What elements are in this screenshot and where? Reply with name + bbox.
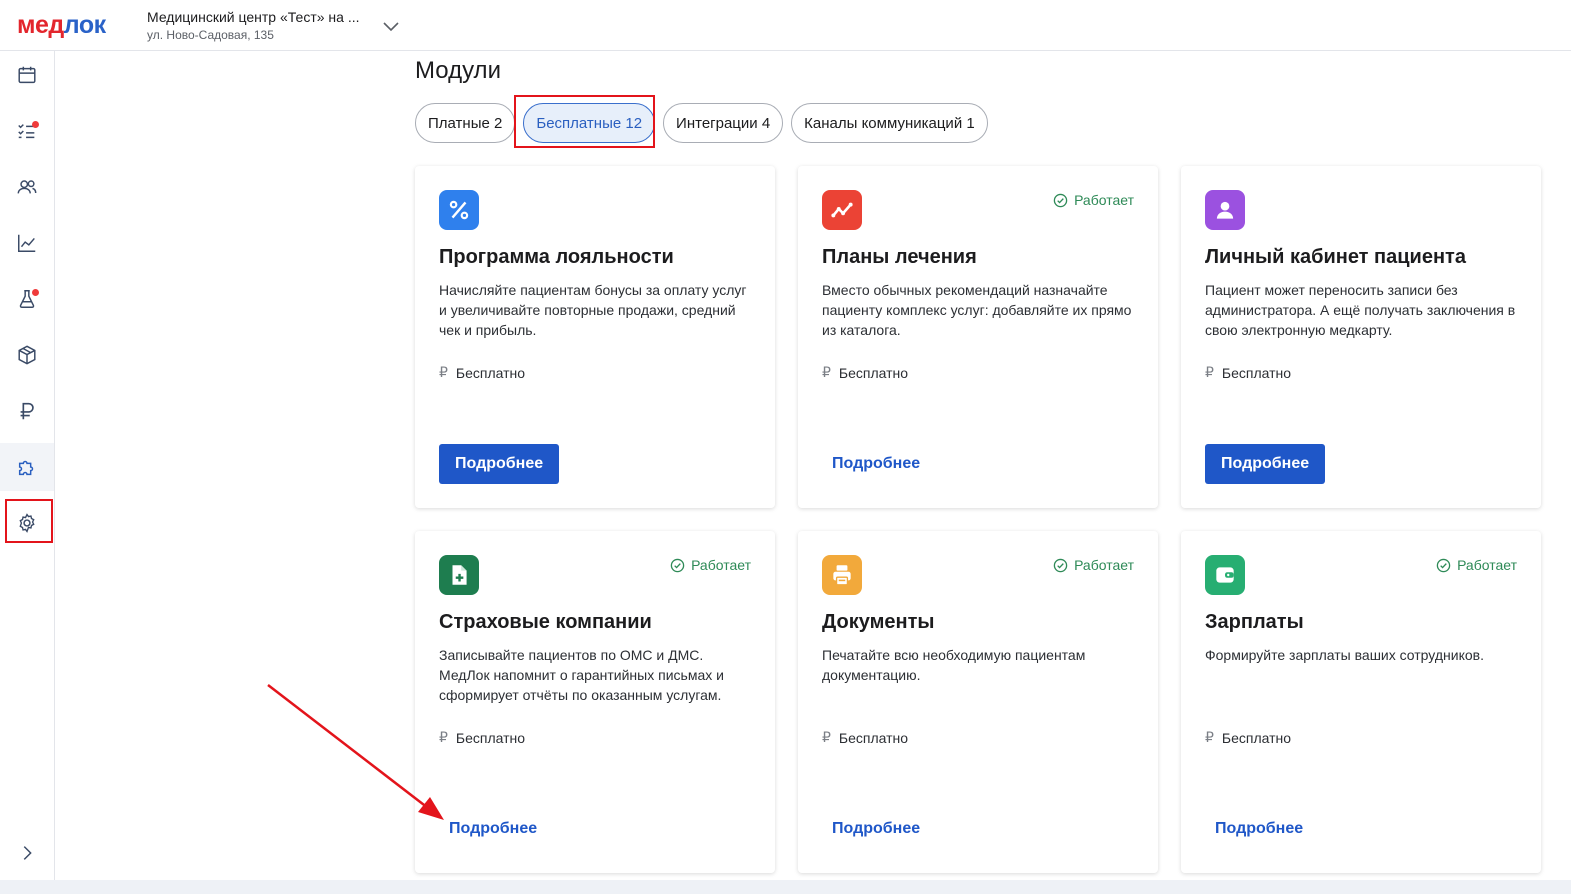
clinic-selector[interactable]: Медицинский центр «Тест» на ... ул. Ново…: [147, 8, 359, 43]
status-badge: Работает: [1053, 192, 1134, 208]
module-tabs: Платные 2 Бесплатные 12 Интеграции 4 Кан…: [415, 103, 988, 143]
module-price: ₽ Бесплатно: [1205, 364, 1292, 381]
sidebar-item-patients[interactable]: [0, 163, 54, 211]
check-circle-icon: [1436, 558, 1451, 572]
check-circle-icon: [1053, 558, 1068, 572]
module-description: Записывайте пациентов по ОМС и ДМС. МедЛ…: [439, 647, 724, 703]
modules-puzzle-icon: [18, 460, 34, 476]
tab-paid[interactable]: Платные 2: [415, 103, 516, 143]
module-title: Личный кабинет пациента: [1205, 246, 1466, 268]
status-badge: Работает: [670, 557, 751, 573]
percent-icon: [449, 200, 469, 220]
module-price: ₽ Бесплатно: [822, 364, 909, 381]
insurance-doc-icon: [452, 565, 467, 585]
top-bar: медлок Медицинский центр «Тест» на ... у…: [0, 0, 1571, 51]
status-badge: Работает: [1436, 557, 1517, 573]
module-icon-container: [439, 190, 479, 230]
module-card-salaries: Работает Зарплаты Формируйте зарплаты ва…: [1181, 531, 1541, 873]
module-description: Формируйте зарплаты ваших сотрудников.: [1205, 647, 1484, 663]
medlok-logo[interactable]: медлок: [17, 10, 106, 40]
printer-icon: [833, 565, 851, 586]
status-badge: Работает: [1053, 557, 1134, 573]
module-title: Зарплаты: [1205, 611, 1304, 633]
details-button[interactable]: Подробнее: [822, 444, 930, 484]
ruble-icon: ₽: [1205, 729, 1214, 745]
page-title: Модули: [415, 57, 501, 84]
module-description: Пациент может переносить записи без адми…: [1205, 282, 1516, 338]
annotation-highlight-free-tab: [514, 95, 655, 148]
ruble-icon: ₽: [822, 364, 831, 380]
module-price: ₽ Бесплатно: [439, 364, 526, 381]
clinic-address: ул. Ново-Садовая, 135: [147, 28, 274, 42]
module-icon-container: [439, 555, 479, 595]
ruble-icon: [20, 402, 34, 420]
ruble-icon: ₽: [822, 729, 831, 745]
sidebar-item-lab[interactable]: [0, 275, 54, 323]
module-description: Начисляйте пациентам бонусы за оплату ус…: [439, 282, 747, 338]
module-icon-container: [822, 555, 862, 595]
module-card-treatment-plans: Работает Планы лечения Вместо обычных ре…: [798, 166, 1158, 508]
details-button[interactable]: Подробнее: [1205, 444, 1326, 484]
module-description: Печатайте всю необходимую пациентам доку…: [822, 647, 1086, 683]
module-card-documents: Работает Документы Печатайте всю необход…: [798, 531, 1158, 873]
module-card-patient-account: Личный кабинет пациента Пациент может пе…: [1181, 166, 1541, 508]
sidebar-item-warehouse[interactable]: [0, 331, 54, 379]
module-price: ₽ Бесплатно: [439, 729, 526, 746]
sidebar-item-finance[interactable]: [0, 387, 54, 435]
analytics-icon: [18, 234, 36, 252]
trend-line-icon: [831, 202, 853, 218]
clinic-name: Медицинский центр «Тест» на ...: [147, 9, 360, 25]
sidebar-item-calendar[interactable]: [0, 51, 54, 99]
module-card-loyalty: Программа лояльности Начисляйте пациента…: [415, 166, 775, 508]
details-button[interactable]: Подробнее: [822, 809, 930, 849]
sidebar-item-modules[interactable]: [0, 443, 54, 491]
chevron-down-icon[interactable]: [381, 16, 401, 36]
tab-integrations[interactable]: Интеграции 4: [663, 103, 784, 143]
annotation-highlight-settings: [5, 499, 53, 543]
tab-communication-channels[interactable]: Каналы коммуникаций 1: [791, 103, 988, 143]
details-button[interactable]: Подробнее: [439, 444, 560, 484]
bottom-scroll-strip: [0, 880, 1571, 894]
module-title: Документы: [822, 611, 935, 633]
notification-badge: [32, 121, 39, 128]
module-icon-container: [822, 190, 862, 230]
ruble-icon: ₽: [1205, 364, 1214, 380]
patients-icon: [17, 180, 37, 194]
check-circle-icon: [670, 558, 685, 572]
calendar-icon: [18, 66, 36, 84]
module-icon-container: [1205, 190, 1245, 230]
details-button[interactable]: Подробнее: [1205, 809, 1313, 849]
ruble-icon: ₽: [439, 729, 448, 745]
user-icon: [1216, 201, 1234, 219]
notification-badge: [32, 289, 39, 296]
module-title: Страховые компании: [439, 611, 652, 633]
warehouse-box-icon: [18, 345, 36, 365]
wallet-icon: [1216, 567, 1234, 583]
sidebar-item-analytics[interactable]: [0, 219, 54, 267]
sidebar: [0, 51, 55, 894]
chevron-right-icon: [23, 846, 32, 860]
module-description: Вместо обычных рекомендаций назначайте п…: [822, 282, 1132, 338]
ruble-icon: ₽: [439, 364, 448, 380]
module-card-insurance: Работает Страховые компании Записывайте …: [415, 531, 775, 873]
details-button[interactable]: Подробнее: [439, 809, 547, 849]
module-icon-container: [1205, 555, 1245, 595]
module-price: ₽ Бесплатно: [1205, 729, 1292, 746]
check-circle-icon: [1053, 193, 1068, 207]
module-title: Планы лечения: [822, 246, 977, 268]
sidebar-item-tasks[interactable]: [0, 107, 54, 155]
sidebar-expand-button[interactable]: [0, 829, 54, 877]
module-title: Программа лояльности: [439, 246, 674, 268]
module-price: ₽ Бесплатно: [822, 729, 909, 746]
